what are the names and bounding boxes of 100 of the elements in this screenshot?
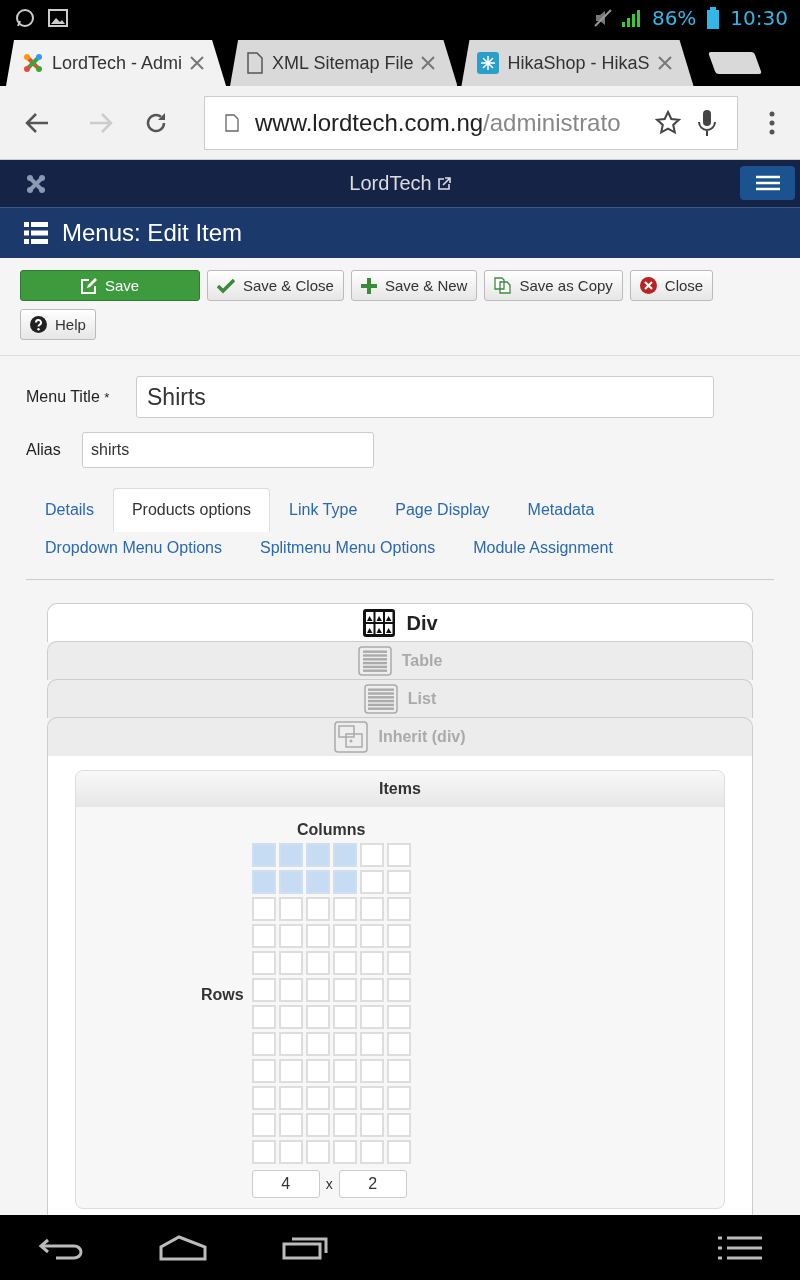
overflow-menu-icon[interactable]	[768, 110, 776, 135]
grid-cell[interactable]	[359, 843, 384, 867]
grid-cell[interactable]	[305, 1086, 330, 1110]
grid-cell[interactable]	[332, 1113, 357, 1137]
microphone-icon[interactable]	[697, 108, 717, 137]
grid-cell[interactable]	[251, 1005, 276, 1029]
tab[interactable]: Page Display	[376, 488, 509, 532]
menu-icon[interactable]	[718, 1235, 762, 1260]
back-icon[interactable]	[24, 110, 50, 135]
grid-cell[interactable]	[278, 978, 303, 1002]
grid-cell[interactable]	[305, 1032, 330, 1056]
grid-cell[interactable]	[278, 1032, 303, 1056]
help-button[interactable]: Help	[20, 309, 96, 340]
browser-tab[interactable]: HikaShop - HikaS	[461, 40, 694, 86]
grid-cell[interactable]	[251, 897, 276, 921]
grid-cell[interactable]	[251, 951, 276, 975]
alias-field[interactable]: shirts	[82, 432, 374, 468]
grid-cell[interactable]	[386, 1113, 411, 1137]
grid-cell[interactable]	[359, 951, 384, 975]
home-icon[interactable]	[159, 1234, 207, 1261]
grid-cell[interactable]	[251, 978, 276, 1002]
grid-cell[interactable]	[359, 1059, 384, 1083]
grid-cell[interactable]	[305, 978, 330, 1002]
columns-field[interactable]: 4	[251, 1170, 320, 1198]
grid-cell[interactable]	[251, 924, 276, 948]
grid-cell[interactable]	[386, 924, 411, 948]
grid-cell[interactable]	[386, 1005, 411, 1029]
grid-cell[interactable]	[305, 951, 330, 975]
close-button[interactable]: Close	[629, 270, 714, 301]
grid-cell[interactable]	[305, 1140, 330, 1164]
grid-cell[interactable]	[359, 978, 384, 1002]
browser-tab[interactable]: XML Sitemap File	[230, 40, 458, 86]
grid-cell[interactable]	[386, 1032, 411, 1056]
rows-field[interactable]: 2	[338, 1170, 407, 1198]
menu-button[interactable]	[740, 166, 795, 200]
grid-cell[interactable]	[278, 1005, 303, 1029]
grid-cell[interactable]	[251, 1032, 276, 1056]
grid-cell[interactable]	[332, 1059, 357, 1083]
grid-cell[interactable]	[332, 843, 357, 867]
save-button[interactable]: Save	[20, 270, 200, 301]
grid-cell[interactable]	[332, 1086, 357, 1110]
forward-icon[interactable]	[88, 110, 114, 135]
grid-cell[interactable]	[278, 843, 303, 867]
grid-cell[interactable]	[359, 1005, 384, 1029]
browser-tab[interactable]: LordTech - Admi	[6, 40, 227, 86]
grid-cell[interactable]	[359, 897, 384, 921]
grid-cell[interactable]	[278, 1059, 303, 1083]
grid-cell[interactable]	[332, 978, 357, 1002]
toolbar-button[interactable]: Save & Close	[207, 270, 344, 301]
grid-cell[interactable]	[359, 1032, 384, 1056]
grid-cell[interactable]	[305, 924, 330, 948]
grid-cell[interactable]	[332, 1032, 357, 1056]
grid-cell[interactable]	[386, 951, 411, 975]
grid-cell[interactable]	[305, 1113, 330, 1137]
grid-cell[interactable]	[305, 870, 330, 894]
grid-cell[interactable]	[251, 1140, 276, 1164]
grid-cell[interactable]	[278, 924, 303, 948]
new-tab-button[interactable]	[707, 52, 762, 74]
grid-cell[interactable]	[332, 1140, 357, 1164]
grid-cell[interactable]	[278, 1086, 303, 1110]
tab[interactable]: Products options	[112, 488, 271, 532]
grid-cell[interactable]	[251, 843, 276, 867]
close-icon[interactable]	[657, 56, 672, 70]
grid-cell[interactable]	[278, 870, 303, 894]
grid-cell[interactable]	[251, 1059, 276, 1083]
grid-cell[interactable]	[251, 1113, 276, 1137]
grid-cell[interactable]	[386, 1086, 411, 1110]
site-link[interactable]: LordTech	[349, 172, 432, 195]
grid-cell[interactable]	[278, 951, 303, 975]
toolbar-button[interactable]: Save as Copy	[484, 270, 623, 301]
toolbar-button[interactable]: Save & New	[350, 270, 478, 301]
grid-cell[interactable]	[359, 1113, 384, 1137]
tab[interactable]: Details	[26, 488, 113, 532]
close-icon[interactable]	[190, 56, 205, 70]
grid-cell[interactable]	[305, 843, 330, 867]
grid-cell[interactable]	[332, 870, 357, 894]
grid-cell[interactable]	[332, 897, 357, 921]
grid-cell[interactable]	[359, 870, 384, 894]
tab[interactable]: Metadata	[508, 488, 614, 532]
grid-cell[interactable]	[386, 1059, 411, 1083]
tab[interactable]: Link Type	[270, 488, 377, 532]
grid-cell[interactable]	[251, 870, 276, 894]
grid-cell[interactable]	[278, 1140, 303, 1164]
grid-cell[interactable]	[359, 924, 384, 948]
joomla-logo-icon[interactable]	[25, 172, 47, 195]
address-field[interactable]: www.lordtech.com.ng/administrato	[204, 95, 738, 150]
tab[interactable]: Dropdown Menu Options	[26, 532, 241, 566]
recent-apps-icon[interactable]	[282, 1235, 328, 1260]
grid-cell[interactable]	[386, 843, 411, 867]
star-icon[interactable]	[655, 109, 681, 136]
close-icon[interactable]	[421, 56, 436, 70]
grid-cell[interactable]	[359, 1140, 384, 1164]
grid-cell[interactable]	[278, 897, 303, 921]
grid-cell[interactable]	[251, 1086, 276, 1110]
grid-cell[interactable]	[386, 897, 411, 921]
menu-title-field[interactable]: Shirts	[136, 376, 714, 418]
grid-cell[interactable]	[386, 978, 411, 1002]
grid-cell[interactable]	[305, 897, 330, 921]
grid-cell[interactable]	[332, 924, 357, 948]
grid-cell[interactable]	[305, 1059, 330, 1083]
